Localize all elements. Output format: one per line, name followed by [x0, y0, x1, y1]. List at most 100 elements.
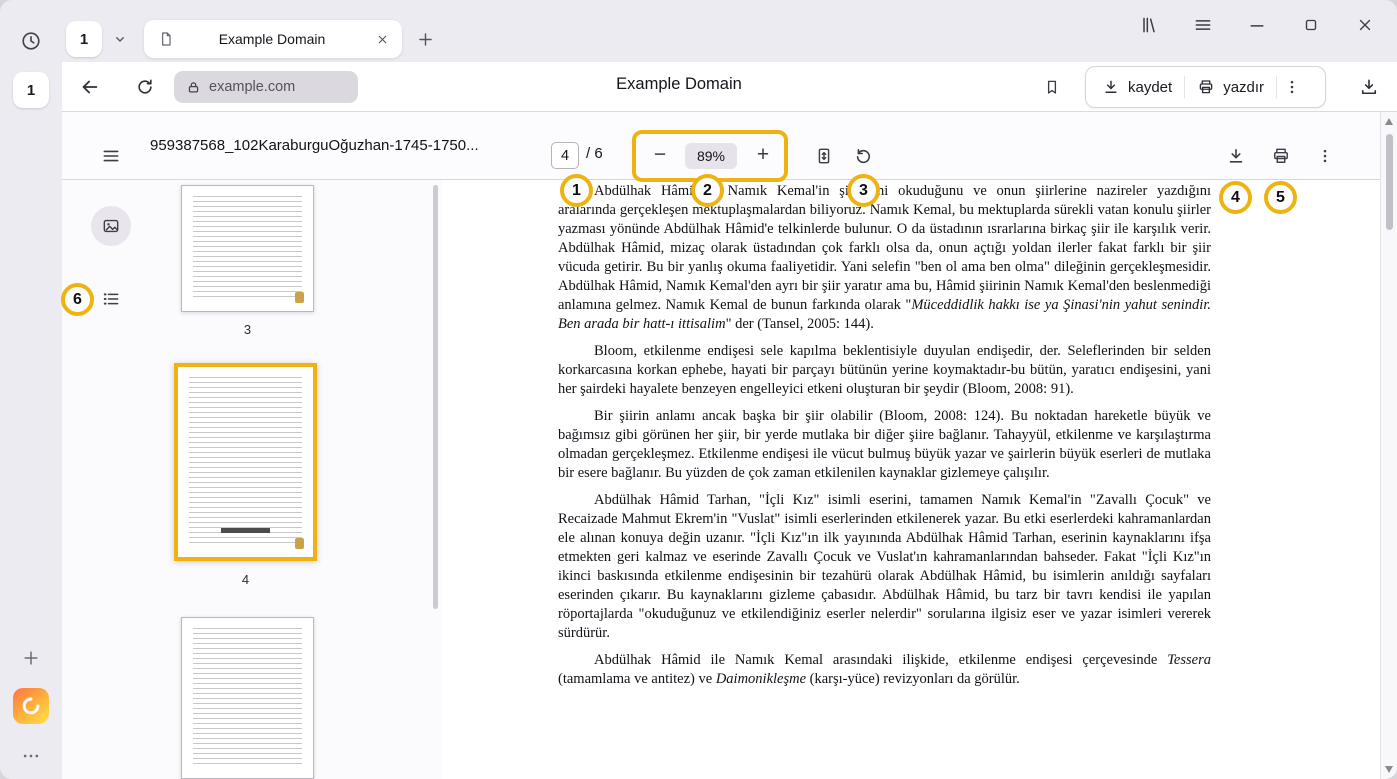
scrollbar-thumb[interactable] [1386, 134, 1393, 230]
close-icon [1356, 16, 1374, 34]
zoom-level[interactable]: 89% [685, 143, 737, 169]
reload-button[interactable] [130, 72, 160, 102]
browser-window: 1 1 Example Domain [0, 0, 1397, 779]
callout-4: 4 [1219, 181, 1252, 214]
window-controls [1133, 9, 1381, 41]
sidebar-toggle-icon [101, 146, 121, 166]
callout-5: 5 [1264, 181, 1297, 214]
thumbnail-page-5[interactable] [181, 617, 314, 779]
thumbnail-page-3[interactable] [181, 185, 314, 312]
more-actions-button[interactable] [1277, 70, 1307, 104]
save-button[interactable]: kaydet [1090, 70, 1184, 104]
history-button[interactable] [15, 25, 47, 57]
lock-icon [186, 80, 201, 95]
new-tab-button[interactable] [410, 24, 440, 54]
printer-icon [1271, 146, 1291, 166]
new-workspace-button[interactable] [15, 642, 47, 674]
journal-crest [295, 292, 304, 303]
paragraph: Abdülhak Hâmid Tarhan, "İçli Kız" isimli… [558, 491, 1211, 643]
page-title: Example Domain [616, 75, 742, 94]
minimize-icon [1247, 15, 1267, 35]
maximize-button[interactable] [1295, 9, 1327, 41]
kebab-menu-icon [1283, 78, 1301, 96]
plus-icon [416, 30, 435, 49]
printer-icon [1197, 78, 1215, 96]
app-menu-button[interactable] [1187, 9, 1219, 41]
thumbnail-panel: 3 4 [62, 180, 442, 779]
back-arrow-icon [79, 76, 101, 98]
url-text: example.com [209, 79, 295, 95]
main-scrollbar[interactable] [1380, 112, 1397, 779]
left-sidebar-strip: 1 [0, 0, 62, 779]
library-icon [1139, 15, 1159, 35]
zoom-out-button[interactable]: − [645, 138, 675, 172]
close-icon [376, 33, 389, 46]
bookmark-icon [1043, 78, 1061, 96]
tab-close-button[interactable] [370, 27, 394, 51]
paragraph: Abdülhak Hâmid'in, Namık Kemal'in şiirle… [558, 182, 1211, 334]
callout-1: 1 [560, 174, 593, 207]
pdf-more-button[interactable] [1310, 141, 1340, 171]
close-window-button[interactable] [1349, 9, 1381, 41]
workspace-indicator-button[interactable]: 1 [66, 21, 102, 57]
url-bar[interactable]: example.com [174, 71, 358, 103]
pdf-sidebar-toggle-button[interactable] [96, 141, 126, 171]
image-icon [101, 216, 121, 236]
scroll-down-arrow[interactable] [1385, 766, 1393, 773]
callout-6: 6 [61, 283, 94, 316]
clock-icon [20, 30, 42, 52]
downloads-button[interactable] [1354, 72, 1384, 102]
strip-more-button[interactable] [15, 740, 47, 772]
pdf-page: Abdülhak Hâmid'in, Namık Kemal'in şiirle… [442, 180, 1380, 779]
bookmark-button[interactable] [1037, 72, 1067, 102]
pdf-print-button[interactable] [1266, 141, 1296, 171]
page-count-label: / 6 [586, 145, 603, 162]
print-label: yazdır [1223, 79, 1264, 96]
browser-logo[interactable] [13, 688, 49, 724]
thumbnail-heading-bar [221, 528, 270, 533]
library-button[interactable] [1133, 9, 1165, 41]
callout-2: 2 [691, 174, 724, 207]
page-number-input[interactable]: 4 [551, 142, 579, 169]
tab-title: Example Domain [182, 31, 362, 47]
fit-page-icon [814, 146, 834, 166]
swirl-icon [20, 695, 42, 717]
hamburger-menu-icon [1193, 15, 1213, 35]
navigation-toolbar: example.com Example Domain kaydet yazdır [62, 62, 1397, 112]
workspace-badge[interactable]: 1 [13, 72, 49, 108]
pdf-viewer: 3 4 Abdülhak Hâmid'in, Namık Kemal'in şi… [62, 180, 1380, 779]
minimize-button[interactable] [1241, 9, 1273, 41]
zoom-in-button[interactable]: + [748, 138, 778, 172]
kebab-menu-icon [1316, 147, 1334, 165]
thumbnail-page-4-selected[interactable] [174, 363, 317, 561]
thumbnails-view-button[interactable] [91, 206, 131, 246]
chevron-down-icon [112, 31, 128, 47]
thumbnail-content [193, 628, 302, 768]
rotate-icon [853, 146, 873, 166]
reload-icon [135, 77, 155, 97]
thumbnail-label: 4 [179, 572, 312, 587]
journal-crest [295, 538, 304, 549]
pdf-toolbar: 959387568_102KaraburguOğuzhan-1745-1750.… [62, 112, 1380, 180]
thumbnail-scrollbar[interactable] [433, 185, 438, 609]
scroll-up-arrow[interactable] [1385, 118, 1393, 125]
workspace-dropdown-button[interactable] [106, 25, 134, 53]
pdf-text: Abdülhak Hâmid'in, Namık Kemal'in şiirle… [558, 182, 1211, 697]
pdf-download-button[interactable] [1221, 141, 1251, 171]
print-button[interactable]: yazdır [1185, 70, 1276, 104]
maximize-icon [1302, 16, 1320, 34]
back-button[interactable] [75, 72, 105, 102]
thumbnail-label: 3 [181, 322, 314, 337]
paragraph: Bloom, etkilenme endişesi sele kapılma b… [558, 342, 1211, 399]
ellipsis-icon [21, 746, 41, 766]
paragraph: Bir şiirin anlamı ancak başka bir şiir o… [558, 407, 1211, 483]
page-actions-group: kaydet yazdır [1085, 66, 1326, 108]
save-label: kaydet [1128, 79, 1172, 96]
outline-view-button[interactable] [96, 284, 126, 314]
downloads-tray-icon [1359, 77, 1379, 97]
plus-icon [21, 648, 41, 668]
paragraph: Abdülhak Hâmid ile Namık Kemal arasındak… [558, 651, 1211, 689]
rotate-button[interactable] [848, 141, 878, 171]
fit-to-page-button[interactable] [809, 141, 839, 171]
tab-example-domain[interactable]: Example Domain [144, 20, 402, 58]
